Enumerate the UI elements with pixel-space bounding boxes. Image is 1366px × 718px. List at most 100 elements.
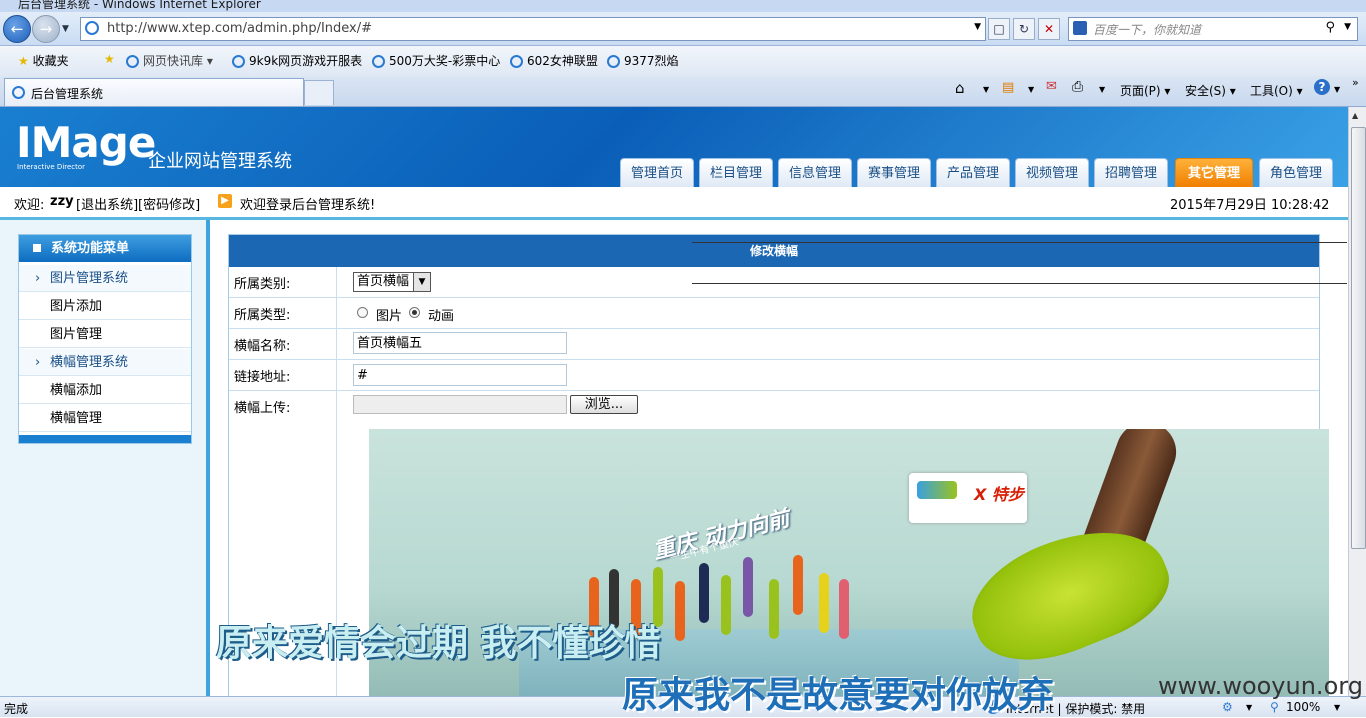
type-radio-image[interactable]	[357, 307, 368, 318]
browse-button[interactable]: 浏览...	[570, 395, 638, 414]
mail-icon[interactable]: ✉	[1046, 79, 1057, 94]
nav-tab-jobs[interactable]: 招聘管理	[1094, 158, 1168, 187]
url-dropdown-icon[interactable]: ▼	[974, 22, 981, 32]
banner-name-input[interactable]: 首页横幅五	[353, 332, 567, 354]
sidebar-item-image-manage[interactable]: 图片管理	[19, 321, 191, 348]
category-select[interactable]: 首页横幅 ▼	[353, 272, 431, 292]
notice-text: 欢迎登录后台管理系统!	[240, 198, 376, 213]
safety-menu[interactable]: 安全(S) ▾	[1185, 82, 1236, 99]
favorite-link-4[interactable]: 602女神联盟	[510, 52, 598, 69]
tab-bar: 后台管理系统 ⌂ ▼ ▤ ▼ ✉ ⎙ ▼ 页面(P) ▾ 安全(S) ▾ 工具(…	[0, 76, 1366, 107]
chevron-right-icon: ›	[35, 271, 41, 286]
zoom-dropdown-icon[interactable]: ▼	[1334, 703, 1340, 712]
favorite-link-1[interactable]: 网页快讯库 ▾	[126, 52, 213, 69]
add-favorite-icon[interactable]: ★	[104, 52, 115, 66]
page-menu[interactable]: 页面(P) ▾	[1120, 82, 1170, 99]
watermark: www.wooyun.org	[1158, 672, 1363, 700]
browser-tab[interactable]: 后台管理系统	[4, 78, 304, 106]
print-icon[interactable]: ⎙	[1072, 79, 1083, 95]
marathon-logo-icon	[917, 481, 957, 499]
welcome-bar: 欢迎: zzy [退出系统] [密码修改] ▶ 欢迎登录后台管理系统! 2015…	[0, 187, 1348, 220]
nav-tab-other[interactable]: 其它管理	[1175, 158, 1253, 187]
favorite-link-3[interactable]: 500万大奖-彩票中心	[372, 52, 500, 69]
back-button[interactable]: ←	[3, 15, 31, 43]
search-input[interactable]: 百度一下，你就知道 ⚲ ▼	[1068, 17, 1358, 41]
runner-figure	[819, 573, 829, 633]
new-tab-button[interactable]	[304, 80, 334, 105]
compatibility-view-icon[interactable]: □	[988, 18, 1010, 40]
sidebar-item-label: 横幅管理系统	[50, 355, 129, 370]
help-dropdown-icon[interactable]: ▼	[1334, 85, 1340, 94]
search-icon[interactable]: ⚲	[1325, 20, 1335, 35]
nav-tab-roles[interactable]: 角色管理	[1259, 158, 1333, 187]
site-logo: IMage	[16, 118, 156, 167]
blocker-dropdown-icon[interactable]: ▼	[1246, 703, 1252, 712]
sidebar-item-banner-manage[interactable]: 横幅管理	[19, 405, 191, 432]
chevron-more-icon[interactable]: »	[1352, 76, 1359, 89]
category-label: 所属类别:	[229, 267, 337, 297]
type-radio-flash[interactable]	[409, 307, 420, 318]
favorites-label: 收藏夹	[32, 54, 69, 68]
url-text: http://www.xtep.com/admin.php/Index/#	[107, 21, 373, 36]
menu-square-icon	[33, 244, 41, 252]
forward-button[interactable]: →	[32, 15, 60, 43]
favorite-label: 602女神联盟	[527, 54, 598, 68]
sidebar-item-image-add[interactable]: 图片添加	[19, 293, 191, 320]
ie-page-icon	[85, 21, 99, 35]
nav-tab-info[interactable]: 信息管理	[778, 158, 852, 187]
nav-tab-columns[interactable]: 栏目管理	[699, 158, 773, 187]
favorite-link-5[interactable]: 9377烈焰	[607, 52, 679, 69]
change-password-link[interactable]: [密码修改]	[138, 194, 200, 213]
sidebar-item-banner-add[interactable]: 横幅添加	[19, 377, 191, 404]
favorite-link-2[interactable]: 9k9k网页游戏开服表	[232, 52, 362, 69]
sidebar-item-image-system[interactable]: › 图片管理系统	[19, 265, 191, 292]
brand-logo: X 特步	[974, 485, 1024, 504]
file-path-input[interactable]	[353, 395, 567, 414]
system-title: 企业网站管理系统	[148, 151, 292, 172]
nav-tab-products[interactable]: 产品管理	[936, 158, 1010, 187]
category-value: 首页横幅	[357, 274, 410, 289]
site-header: IMage Interactive Director 企业网站管理系统 管理首页…	[0, 107, 1348, 187]
runner-figure	[675, 581, 685, 641]
link-url-input[interactable]: #	[353, 364, 567, 386]
feeds-dropdown-icon[interactable]: ▼	[1028, 85, 1034, 94]
favorite-label: 网页快讯库 ▾	[143, 54, 213, 68]
stop-icon[interactable]: ✕	[1038, 18, 1060, 40]
feeds-icon[interactable]: ▤	[1002, 80, 1014, 95]
home-dropdown-icon[interactable]: ▼	[983, 85, 989, 94]
zoom-level[interactable]: 100%	[1286, 700, 1320, 714]
pop-up-blocker-icon[interactable]: ⚙	[1222, 700, 1233, 714]
nav-tab-events[interactable]: 赛事管理	[857, 158, 931, 187]
refresh-icon[interactable]: ↻	[1013, 18, 1035, 40]
form-title: 修改横幅	[229, 235, 1319, 267]
address-field[interactable]: http://www.xtep.com/admin.php/Index/# ▼	[80, 17, 986, 41]
scroll-up-icon[interactable]: ▲	[1352, 111, 1358, 120]
favorites-button[interactable]: ★ 收藏夹	[18, 52, 69, 69]
help-icon[interactable]: ?	[1314, 79, 1330, 95]
ie-icon	[126, 55, 139, 68]
history-dropdown-icon[interactable]: ▼	[62, 24, 69, 34]
runner-figure	[743, 557, 753, 617]
welcome-prefix: 欢迎:	[14, 198, 45, 213]
ie-icon	[372, 55, 385, 68]
runner-figure	[699, 563, 709, 623]
logout-link[interactable]: [退出系统]	[76, 194, 138, 213]
nav-tab-home[interactable]: 管理首页	[620, 158, 694, 187]
subtitle-line-2: 原来我不是故意要对你放弃	[622, 675, 1055, 716]
favorite-label: 9k9k网页游戏开服表	[249, 54, 363, 68]
nav-tab-videos[interactable]: 视频管理	[1015, 158, 1089, 187]
scroll-thumb[interactable]	[1351, 127, 1366, 549]
runner-figure	[769, 579, 779, 639]
print-dropdown-icon[interactable]: ▼	[1099, 85, 1105, 94]
type-option-flash: 动画	[428, 309, 455, 324]
row-link: 链接地址: #	[229, 360, 1319, 391]
zoom-icon[interactable]: ⚲	[1270, 700, 1279, 714]
home-icon[interactable]: ⌂	[955, 79, 965, 97]
tools-menu[interactable]: 工具(O) ▾	[1250, 82, 1303, 99]
ie-icon	[607, 55, 620, 68]
sidebar-item-banner-system[interactable]: › 横幅管理系统	[19, 349, 191, 376]
sidebar-item-label: 图片管理系统	[50, 271, 129, 286]
search-dropdown-icon[interactable]: ▼	[1344, 22, 1351, 32]
vertical-scrollbar[interactable]: ▲	[1348, 107, 1366, 696]
chevron-right-icon: ›	[35, 355, 41, 370]
